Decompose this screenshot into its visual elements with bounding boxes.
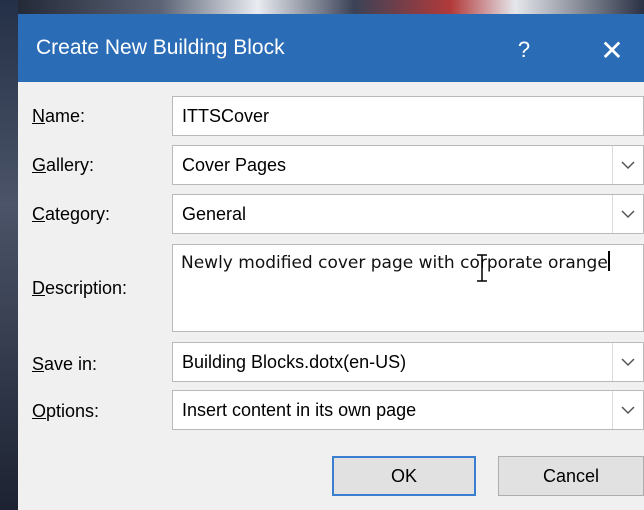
dialog-titlebar: Create New Building Block ? ✕ [18, 14, 644, 82]
text-cursor-icon [476, 253, 488, 288]
chevron-down-icon[interactable] [612, 391, 643, 429]
description-textarea[interactable]: Newly modified cover page with corporate… [172, 244, 644, 332]
options-dropdown-value: Insert content in its own page [182, 400, 417, 420]
category-dropdown[interactable]: General [172, 194, 644, 234]
category-label: Category: [32, 204, 111, 224]
dialog-title: Create New Building Block [36, 36, 285, 59]
name-field-value: ITTSCover [182, 106, 270, 126]
chevron-down-icon[interactable] [612, 343, 643, 381]
chevron-down-icon[interactable] [612, 195, 643, 233]
background-window-edge [0, 0, 18, 510]
help-button[interactable]: ? [496, 28, 552, 72]
name-label: Name: [32, 106, 86, 126]
background-window-strip [0, 0, 644, 14]
gallery-label: Gallery: [32, 155, 95, 175]
create-building-block-dialog: Create New Building Block ? ✕ Name: ITTS… [18, 14, 644, 510]
save-in-label: Save in: [32, 354, 98, 374]
name-field[interactable]: ITTSCover [172, 96, 644, 136]
help-icon: ? [517, 37, 531, 62]
close-button[interactable]: ✕ [584, 28, 640, 72]
description-label: Description: [32, 278, 128, 298]
text-caret [607, 251, 610, 271]
gallery-dropdown[interactable]: Cover Pages [172, 145, 644, 185]
ok-button[interactable]: OK [332, 456, 476, 496]
options-label: Options: [32, 401, 100, 421]
close-icon: ✕ [600, 34, 624, 66]
description-text: Newly modified cover page with corporate… [181, 251, 610, 273]
gallery-dropdown-value: Cover Pages [182, 155, 287, 175]
options-dropdown[interactable]: Insert content in its own page [172, 390, 644, 430]
save-in-dropdown-value: Building Blocks.dotx(en-US) [182, 352, 407, 372]
cancel-button[interactable]: Cancel [498, 456, 644, 496]
save-in-dropdown[interactable]: Building Blocks.dotx(en-US) [172, 342, 644, 382]
category-dropdown-value: General [182, 204, 247, 224]
chevron-down-icon[interactable] [612, 146, 643, 184]
